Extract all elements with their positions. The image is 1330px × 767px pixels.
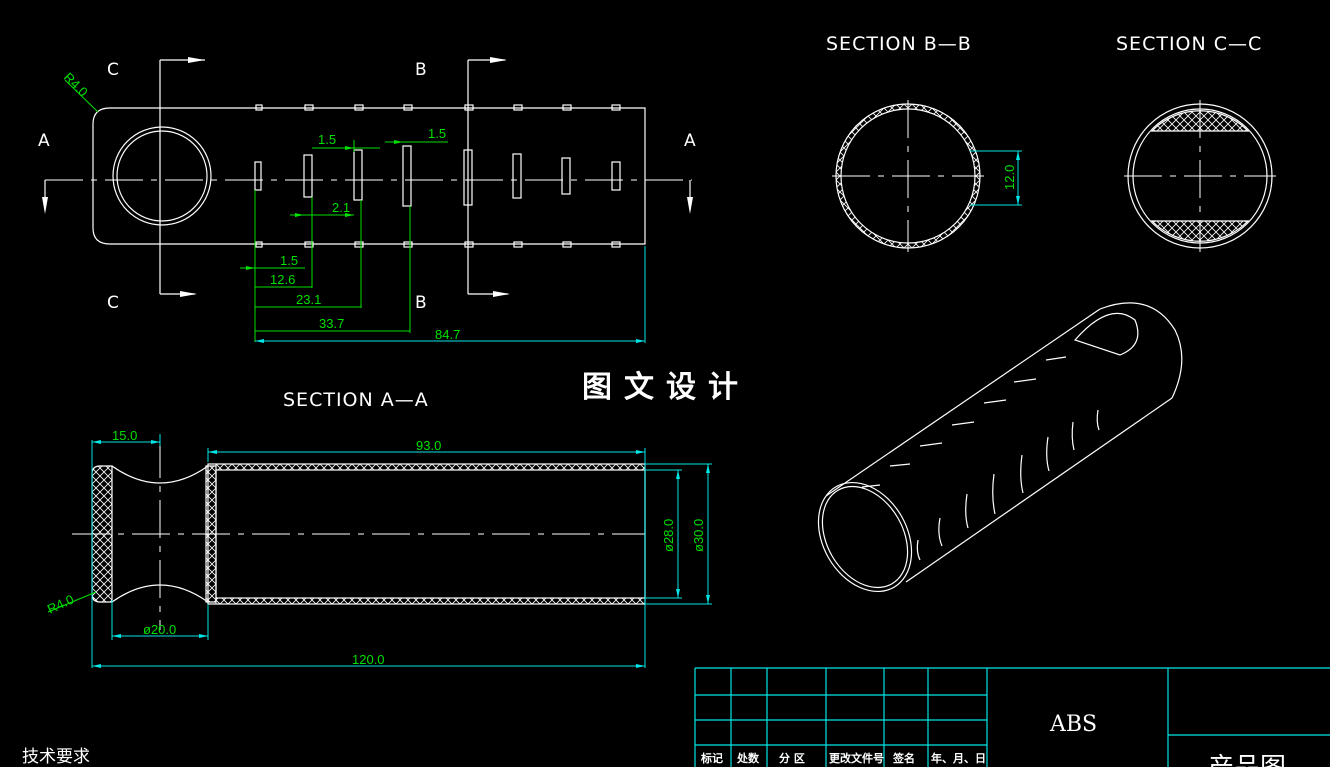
cut-label-a-right: A: [684, 131, 696, 151]
watermark-text: 图文设计: [582, 370, 750, 405]
dim-offset-4: 33.7: [319, 316, 344, 331]
dim-aa-end-length: 15.0: [112, 428, 137, 443]
dim-slot-width-a: 1.5: [318, 132, 336, 147]
cad-drawing-canvas[interactable]: C C B B A A R4.0 1.5 1.5 2.1 1.5 12.6 23…: [0, 0, 1330, 767]
tb-header-signature: 签名: [892, 751, 915, 765]
cut-label-c-bottom: C: [107, 293, 119, 313]
cut-label-c-top: C: [107, 60, 119, 80]
section-cc-title: SECTION C—C: [1116, 33, 1262, 55]
isometric-view: [817, 302, 1183, 593]
dim-aa-inner-dia: ø28.0: [661, 519, 676, 552]
section-aa-title: SECTION A—A: [283, 389, 429, 411]
tb-header-count: 处数: [736, 751, 760, 765]
tb-header-change-doc: 更改文件号: [829, 751, 884, 765]
cut-label-a-left: A: [38, 131, 50, 151]
tb-header-date: 年、月、日: [931, 751, 986, 765]
dim-aa-neck-dia: ø20.0: [143, 622, 176, 637]
dim-offset-1: 1.5: [280, 253, 298, 268]
title-block: 标记 处数 分 区 更改文件号 签名 年、月、日 ABS 产品图: [694, 667, 1330, 767]
cut-label-b-top: B: [415, 60, 427, 80]
dim-offset-3: 23.1: [296, 292, 321, 307]
dim-radius-top: R4.0: [61, 70, 91, 100]
tb-material: ABS: [1049, 712, 1097, 737]
dim-offset-5: 84.7: [435, 327, 460, 342]
dimensions-top-view: R4.0 1.5 1.5 2.1 1.5 12.6 23.1 33.7 84.7: [61, 70, 646, 343]
tb-header-zone: 分 区: [779, 751, 805, 765]
dim-offset-2: 12.6: [270, 272, 295, 287]
tb-drawing-title: 产品图: [1208, 753, 1286, 767]
section-bb-view: SECTION B—B 12.0: [826, 33, 1022, 252]
dim-slot-gap: 2.1: [332, 200, 350, 215]
dim-bb-height: 12.0: [1002, 165, 1017, 190]
section-cc-view: SECTION C—C: [1116, 33, 1276, 252]
section-bb-title: SECTION B—B: [826, 33, 972, 55]
tb-header-mark: 标记: [700, 751, 723, 765]
dim-aa-outer-dia: ø30.0: [691, 519, 706, 552]
dim-aa-tube-length: 93.0: [416, 438, 441, 453]
dim-aa-total-length: 120.0: [352, 652, 385, 667]
slot-row-middle: [254, 145, 621, 207]
dim-aa-radius: R4.0: [45, 592, 76, 617]
section-aa-view: SECTION A—A 15.0 93.0 ø28.0 ø30.0 R4.0 ø…: [45, 389, 712, 668]
cut-label-b-bottom: B: [415, 293, 427, 313]
technical-requirements-title: 技术要求: [22, 747, 90, 767]
dim-slot-width-b: 1.5: [428, 126, 446, 141]
iso-slots: [861, 356, 1100, 561]
top-view: C C B B A A R4.0 1.5 1.5 2.1 1.5 12.6 23…: [38, 57, 696, 343]
